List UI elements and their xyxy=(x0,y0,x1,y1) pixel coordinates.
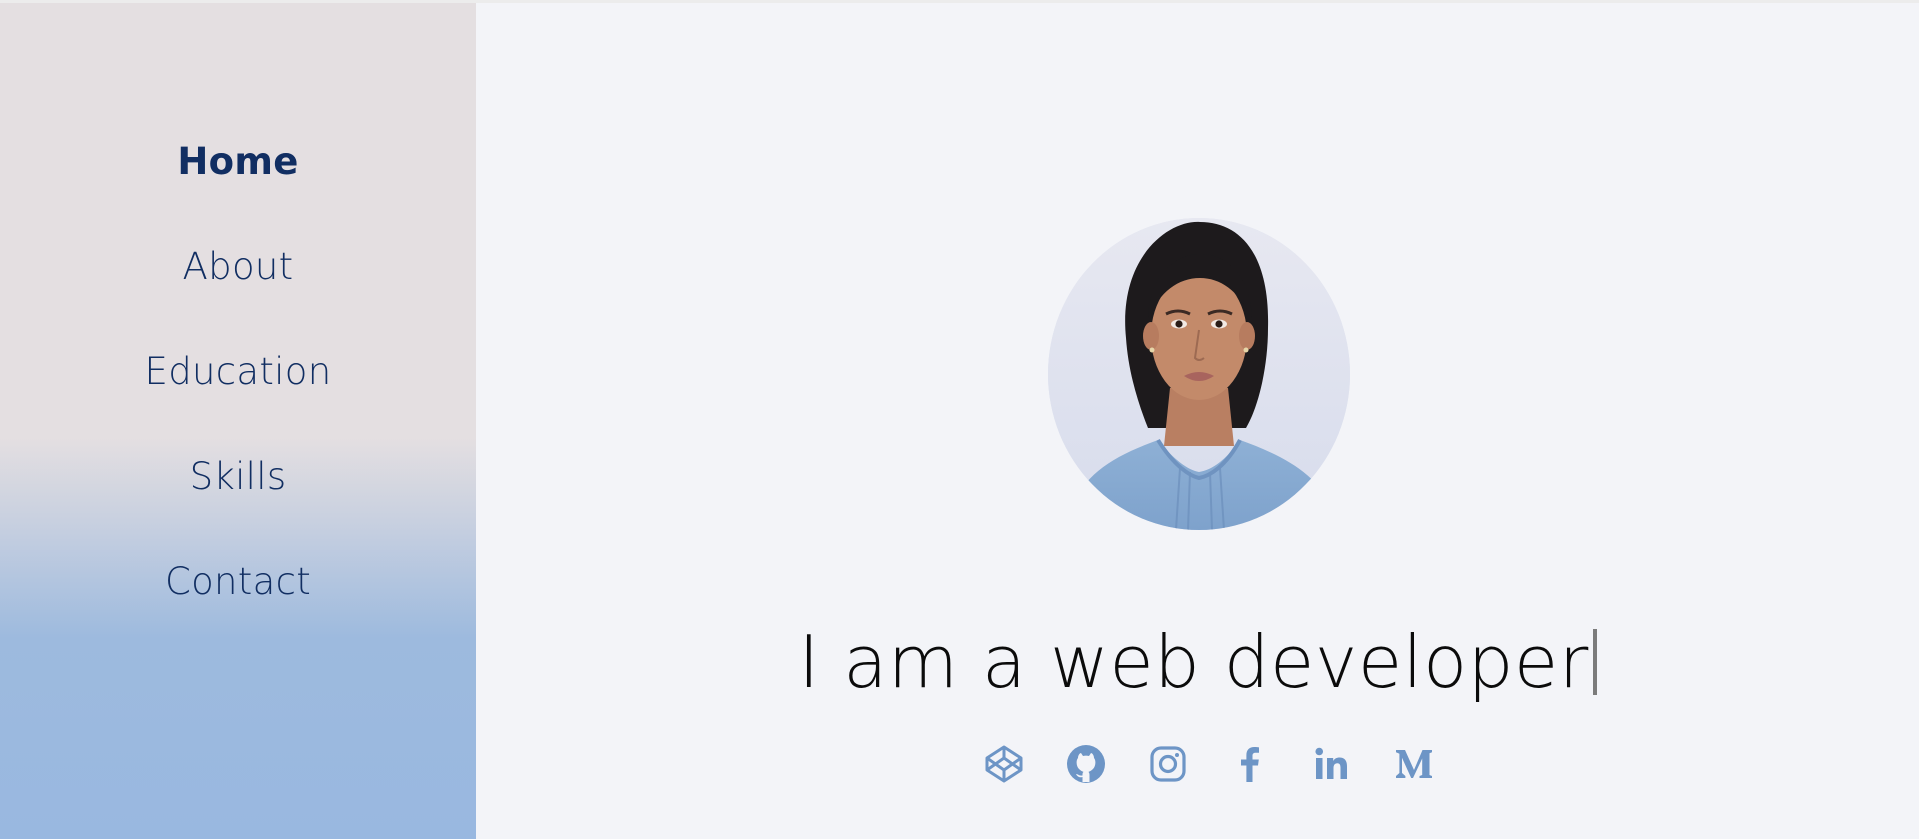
nav-item-contact: Contact xyxy=(0,563,476,668)
nav-link-about[interactable]: About xyxy=(183,248,294,285)
hero-headline-text: I am a web developer xyxy=(798,620,1589,705)
typing-cursor xyxy=(1592,629,1597,696)
linkedin-icon xyxy=(1314,747,1347,779)
profile-photo xyxy=(1048,218,1350,530)
sidebar-nav: Home About Education Skills Contact xyxy=(0,143,476,668)
sidebar: Home About Education Skills Contact xyxy=(0,3,476,839)
nav-item-home: Home xyxy=(0,143,476,248)
hero-headline: I am a web developer xyxy=(476,626,1919,698)
instagram-link[interactable] xyxy=(1147,743,1189,785)
nav-link-contact[interactable]: Contact xyxy=(165,563,311,600)
social-links xyxy=(476,743,1919,785)
page: Home About Education Skills Contact I am… xyxy=(0,0,1919,839)
nav-link-skills[interactable]: Skills xyxy=(190,458,287,495)
nav-item-skills: Skills xyxy=(0,458,476,563)
profile-avatar xyxy=(1048,218,1350,530)
linkedin-link[interactable] xyxy=(1311,743,1353,785)
instagram-icon xyxy=(1149,746,1186,782)
facebook-icon xyxy=(1240,747,1259,782)
github-icon xyxy=(1066,745,1105,783)
medium-icon xyxy=(1395,750,1432,778)
medium-link[interactable] xyxy=(1393,743,1435,785)
nav-item-about: About xyxy=(0,248,476,353)
nav-item-education: Education xyxy=(0,353,476,458)
nav-link-home[interactable]: Home xyxy=(177,143,298,180)
codepen-icon xyxy=(985,745,1022,783)
nav-link-education[interactable]: Education xyxy=(145,353,332,390)
facebook-link[interactable] xyxy=(1229,743,1271,785)
github-link[interactable] xyxy=(1065,743,1107,785)
main-content: I am a web developer xyxy=(476,3,1919,839)
codepen-link[interactable] xyxy=(983,743,1025,785)
